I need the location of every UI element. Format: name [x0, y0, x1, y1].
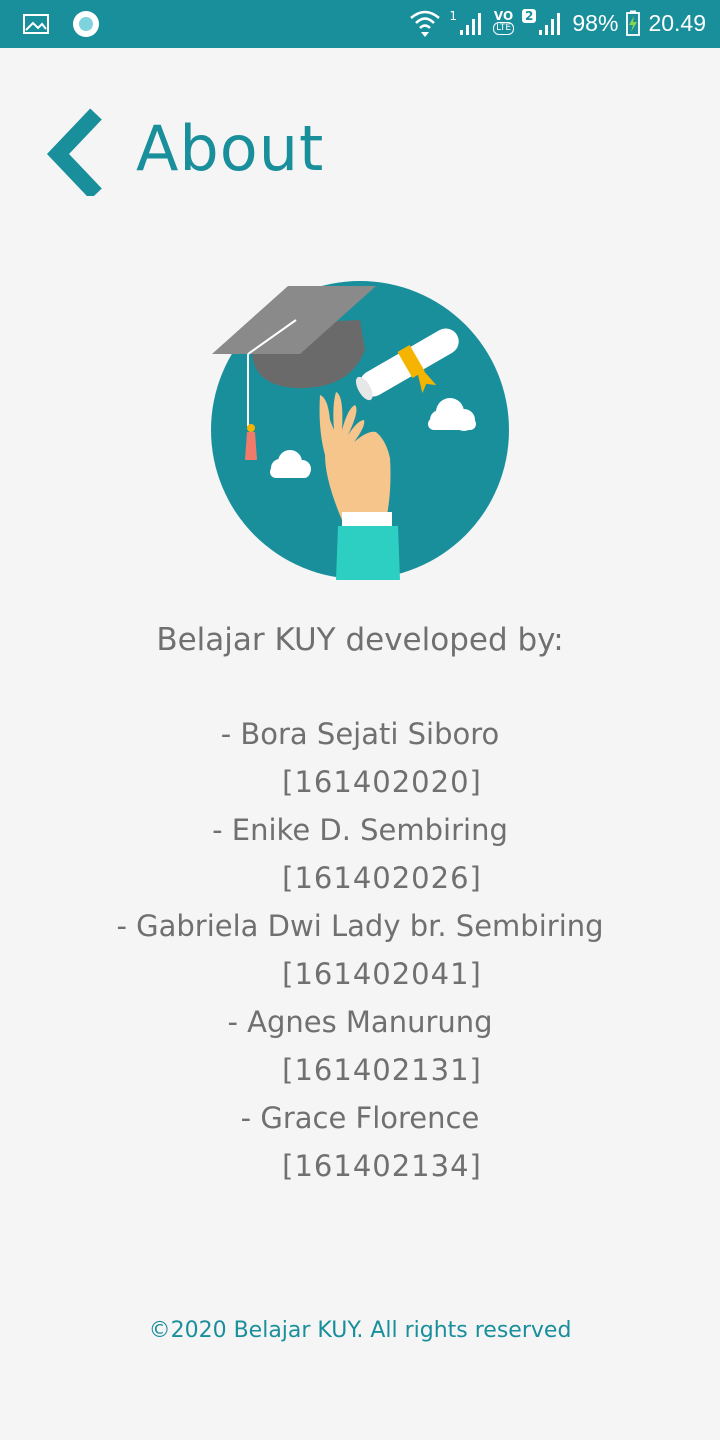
developer-name: - Agnes Manurung — [227, 1005, 493, 1039]
battery-charging-icon — [626, 10, 641, 36]
developer-nim: [161402134] — [282, 1149, 482, 1183]
developer-nim: [161402041] — [282, 957, 482, 991]
credits-heading: Belajar KUY developed by: — [156, 622, 564, 658]
credits-section: Belajar KUY developed by: - Bora Sejati … — [0, 614, 720, 1190]
graduation-illustration — [200, 280, 520, 580]
wifi-icon — [410, 10, 441, 37]
battery-percent: 98% — [572, 9, 619, 36]
lte-label: LTE — [493, 22, 515, 35]
volte-label: VO — [493, 9, 514, 23]
developer-name: - Gabriela Dwi Lady br. Sembiring — [116, 909, 604, 943]
circle-notification-icon — [73, 11, 99, 37]
developer-name: - Enike D. Sembiring — [212, 813, 508, 847]
chevron-left-icon — [46, 108, 102, 200]
back-button[interactable] — [44, 106, 108, 200]
developer-name: - Bora Sejati Siboro — [220, 717, 500, 751]
sim2-label: 2 — [522, 9, 537, 23]
status-bar: 1 VO LTE 2 98% 20.49 — [0, 0, 720, 48]
developer-nim: [161402131] — [282, 1053, 482, 1087]
volte-badge: VO LTE — [493, 9, 515, 35]
signal-sim1-icon — [460, 13, 482, 35]
image-icon — [23, 14, 49, 34]
clock: 20.49 — [648, 9, 706, 36]
graduation-cap-diploma-image — [211, 281, 509, 580]
header: About — [0, 96, 720, 206]
page-title: About — [136, 112, 325, 185]
developer-nim: [161402020] — [282, 765, 482, 799]
copyright-footer: ©2020 Belajar KUY. All rights reserved — [148, 1318, 572, 1343]
developer-name: - Grace Florence — [240, 1101, 480, 1135]
signal-sim2-icon — [539, 13, 561, 35]
developer-nim: [161402026] — [282, 861, 482, 895]
sim1-label: 1 — [449, 9, 458, 23]
